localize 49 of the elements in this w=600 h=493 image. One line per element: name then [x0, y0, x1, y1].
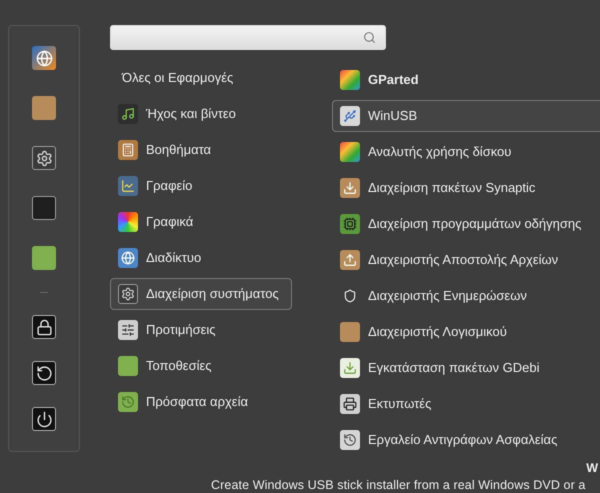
application-item[interactable]: WinUSB: [332, 100, 600, 132]
application-item[interactable]: Διαχείριση πακέτων Synaptic: [332, 172, 600, 204]
chip-icon: [340, 214, 360, 234]
category-item[interactable]: Προτιμήσεις: [110, 314, 292, 346]
search-field[interactable]: [110, 25, 386, 50]
category-item[interactable]: Διαχείριση συστήματος: [110, 278, 292, 310]
category-item[interactable]: Πρόσφατα αρχεία: [110, 386, 292, 418]
calculator-icon: [118, 140, 138, 160]
backup-icon: [340, 430, 360, 450]
app-description: Create Windows USB stick installer from a real Windows DVD or a: [211, 477, 586, 493]
application-item[interactable]: GParted: [332, 64, 600, 96]
globe-icon: [32, 46, 56, 70]
application-item[interactable]: Διαχείριση προγραμμάτων οδήγησης: [332, 208, 600, 240]
printer-icon: [340, 394, 360, 414]
sliders-icon: [118, 320, 138, 340]
session-button[interactable]: [32, 407, 56, 431]
session-button[interactable]: [32, 361, 56, 385]
category-item[interactable]: Τοποθεσίες: [110, 350, 292, 382]
music-icon: [118, 104, 138, 124]
category-item[interactable]: Ήχος και βίντεο: [110, 98, 292, 130]
app-title: W: [586, 460, 598, 477]
chart-icon: [118, 176, 138, 196]
logout-icon: [32, 361, 56, 385]
category-item[interactable]: Όλες οι Εφαρμογές: [110, 62, 292, 94]
usb-icon: [340, 106, 360, 126]
application-item[interactable]: Διαχειριστής Λογισμικού: [332, 316, 600, 348]
application-item[interactable]: Εγκατάσταση πακέτων GDebi: [332, 352, 600, 384]
globe-icon: [118, 248, 138, 268]
application-item[interactable]: Αναλυτής χρήσης δίσκου: [332, 136, 600, 168]
color-wheel-icon: [118, 212, 138, 232]
package-download-icon: [340, 178, 360, 198]
category-item[interactable]: Γραφικά: [110, 206, 292, 238]
category-item[interactable]: Βοηθήματα: [110, 134, 292, 166]
favorite-launcher[interactable]: [32, 146, 56, 170]
application-item[interactable]: Εργαλείο Αντιγράφων Ασφαλείας: [332, 424, 600, 456]
lock-icon: [32, 315, 56, 339]
search-icon: [363, 31, 376, 44]
category-item[interactable]: Γραφείο: [110, 170, 292, 202]
application-item[interactable]: Εκτυπωτές: [332, 388, 600, 420]
category-item[interactable]: Διαδίκτυο: [110, 242, 292, 274]
recent-folder-icon: [118, 392, 138, 412]
package-upload-icon: [340, 250, 360, 270]
session-button[interactable]: [32, 315, 56, 339]
gear-icon: [32, 146, 56, 170]
gear-icon: [118, 284, 138, 304]
application-item[interactable]: Διαχειριστής Αποστολής Αρχείων: [332, 244, 600, 276]
application-item[interactable]: Διαχειριστής Ενημερώσεων: [332, 280, 600, 312]
favorite-launcher[interactable]: [32, 46, 56, 70]
power-icon: [32, 407, 56, 431]
